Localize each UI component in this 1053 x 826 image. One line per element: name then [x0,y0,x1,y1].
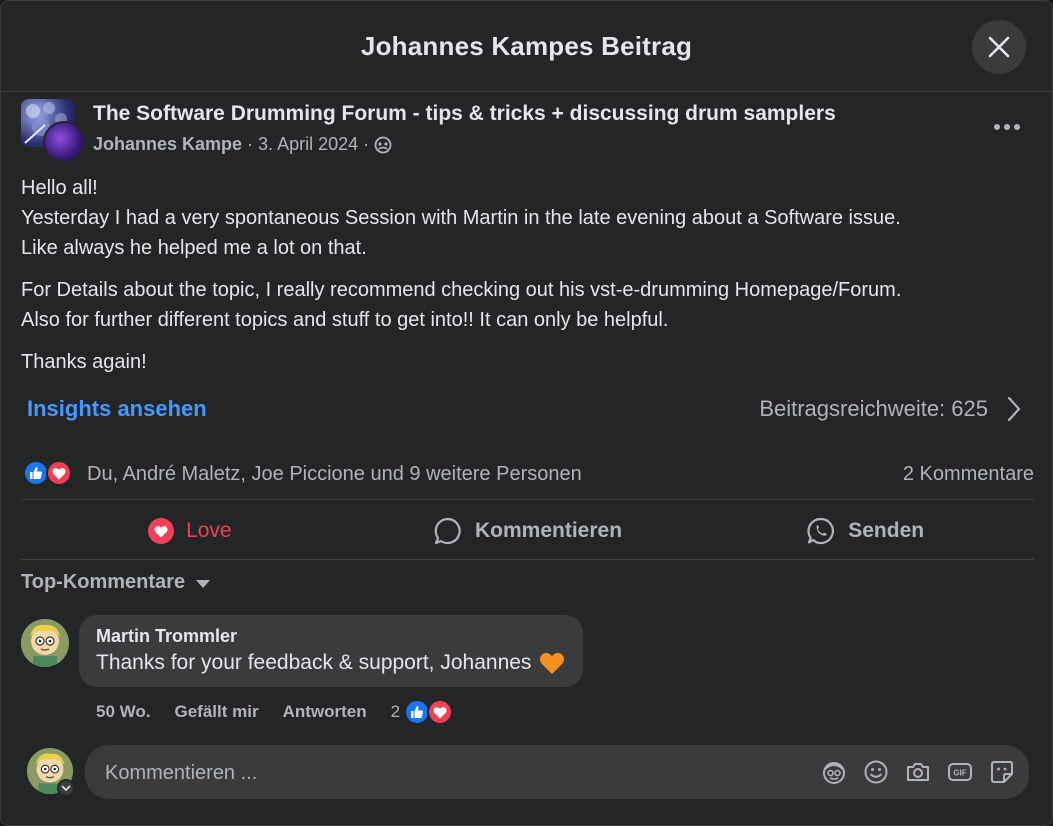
emoji-button[interactable] [863,759,889,785]
svg-text:GIF: GIF [953,769,966,778]
comment-bubble: Martin Trommler Thanks for your feedback… [79,615,584,687]
comment-button[interactable]: Kommentieren [359,505,697,557]
close-button[interactable] [972,20,1026,74]
divider [21,499,1034,500]
emoji-icon [864,760,888,784]
chevron-right-icon [1007,396,1021,422]
comment-reply-button[interactable]: Antworten [283,702,367,722]
separator: · [363,134,370,154]
comment-reaction-count[interactable]: 2 [391,702,400,722]
author-avatar[interactable] [43,121,85,163]
sticker-button[interactable] [989,759,1015,785]
comment-icon [434,517,461,545]
comment-reactions[interactable] [404,699,454,725]
dialog-header: Johannes Kampes Beitrag [1,1,1052,92]
comment-input[interactable] [103,745,787,801]
post-paragraph: Thanks again! [21,351,147,373]
comment-meta: 50 Wo. Gefällt mir Antworten 2 [96,699,454,725]
avatar-sticker-button[interactable] [821,759,847,785]
send-label: Senden [848,519,925,542]
comments-count-link[interactable]: 2 Kommentare [903,463,1034,486]
insights-row: Insights ansehen Beitragsreichweite: 625 [21,393,1034,429]
reactions-people[interactable]: Du, André Maletz, Joe Piccione und 9 wei… [87,463,582,486]
close-icon [988,36,1010,58]
send-button[interactable]: Senden [696,505,1034,557]
post-text: Hello all! Yesterday I had a very sponta… [21,173,1034,389]
gif-icon: GIF [948,763,972,781]
dialog-title: Johannes Kampes Beitrag [360,30,693,61]
post-date[interactable]: 3. April 2024 [258,134,358,155]
composer-tools: GIF [805,759,1015,785]
comment-like-button[interactable]: Gefällt mir [174,702,258,722]
love-icon [148,518,175,544]
post-meta: Johannes Kampe · 3. April 2024 · [93,134,392,155]
post-reach-label: Beitragsreichweite: 625 [759,396,988,421]
reactions-summary: Du, André Maletz, Joe Piccione und 9 wei… [21,456,1034,492]
divider [21,559,1034,560]
comment-input-box: GIF [85,745,1029,801]
author-link[interactable]: Johannes Kampe [93,134,242,155]
comment-sort-dropdown[interactable]: Top-Kommentare [21,571,211,594]
post-actions: Love Kommentieren Senden [21,505,1034,557]
comment-label: Kommentieren [474,519,623,542]
insights-link[interactable]: Insights ansehen [27,396,207,422]
post-paragraph: For Details about the topic, I really re… [21,279,902,331]
whatsapp-icon [807,517,835,545]
comment-sort-label: Top-Kommentare [21,571,186,593]
gif-button[interactable]: GIF [947,759,973,785]
group-audience-icon [374,136,392,153]
profile-switch-button[interactable] [57,779,75,797]
group-name-link[interactable]: The Software Drumming Forum - tips & tri… [93,102,836,126]
orange-heart-icon [539,651,565,675]
camera-button[interactable] [905,759,931,785]
comment-composer: GIF [27,745,1029,801]
love-label: Love [186,519,232,542]
more-icon [994,124,1020,130]
post-header: The Software Drumming Forum - tips & tri… [21,99,1034,163]
love-button[interactable]: Love [21,505,359,557]
caret-down-icon [196,579,211,588]
chevron-down-icon [61,785,71,792]
avatar-sticker-icon [823,762,845,784]
sticker-icon [991,761,1013,783]
post-reach-button[interactable]: Beitragsreichweite: 625 [759,396,1022,422]
group-avatar[interactable] [21,99,85,163]
post-paragraph: Hello all! Yesterday I had a very sponta… [21,177,901,259]
camera-icon [907,763,929,781]
reaction-icons[interactable] [23,460,72,486]
love-icon [46,460,72,486]
more-options-button[interactable] [992,117,1022,137]
love-icon [427,699,454,725]
separator: · [247,134,254,154]
commenter-avatar[interactable] [21,619,69,667]
post-dialog: Johannes Kampes Beitrag The Software Dru… [0,0,1053,826]
comment-text-content: Thanks for your feedback & support, Joha… [96,651,532,674]
comment-time[interactable]: 50 Wo. [96,702,150,722]
commenter-name[interactable]: Martin Trommler [96,626,565,647]
comment-text: Thanks for your feedback & support, Joha… [96,651,565,675]
